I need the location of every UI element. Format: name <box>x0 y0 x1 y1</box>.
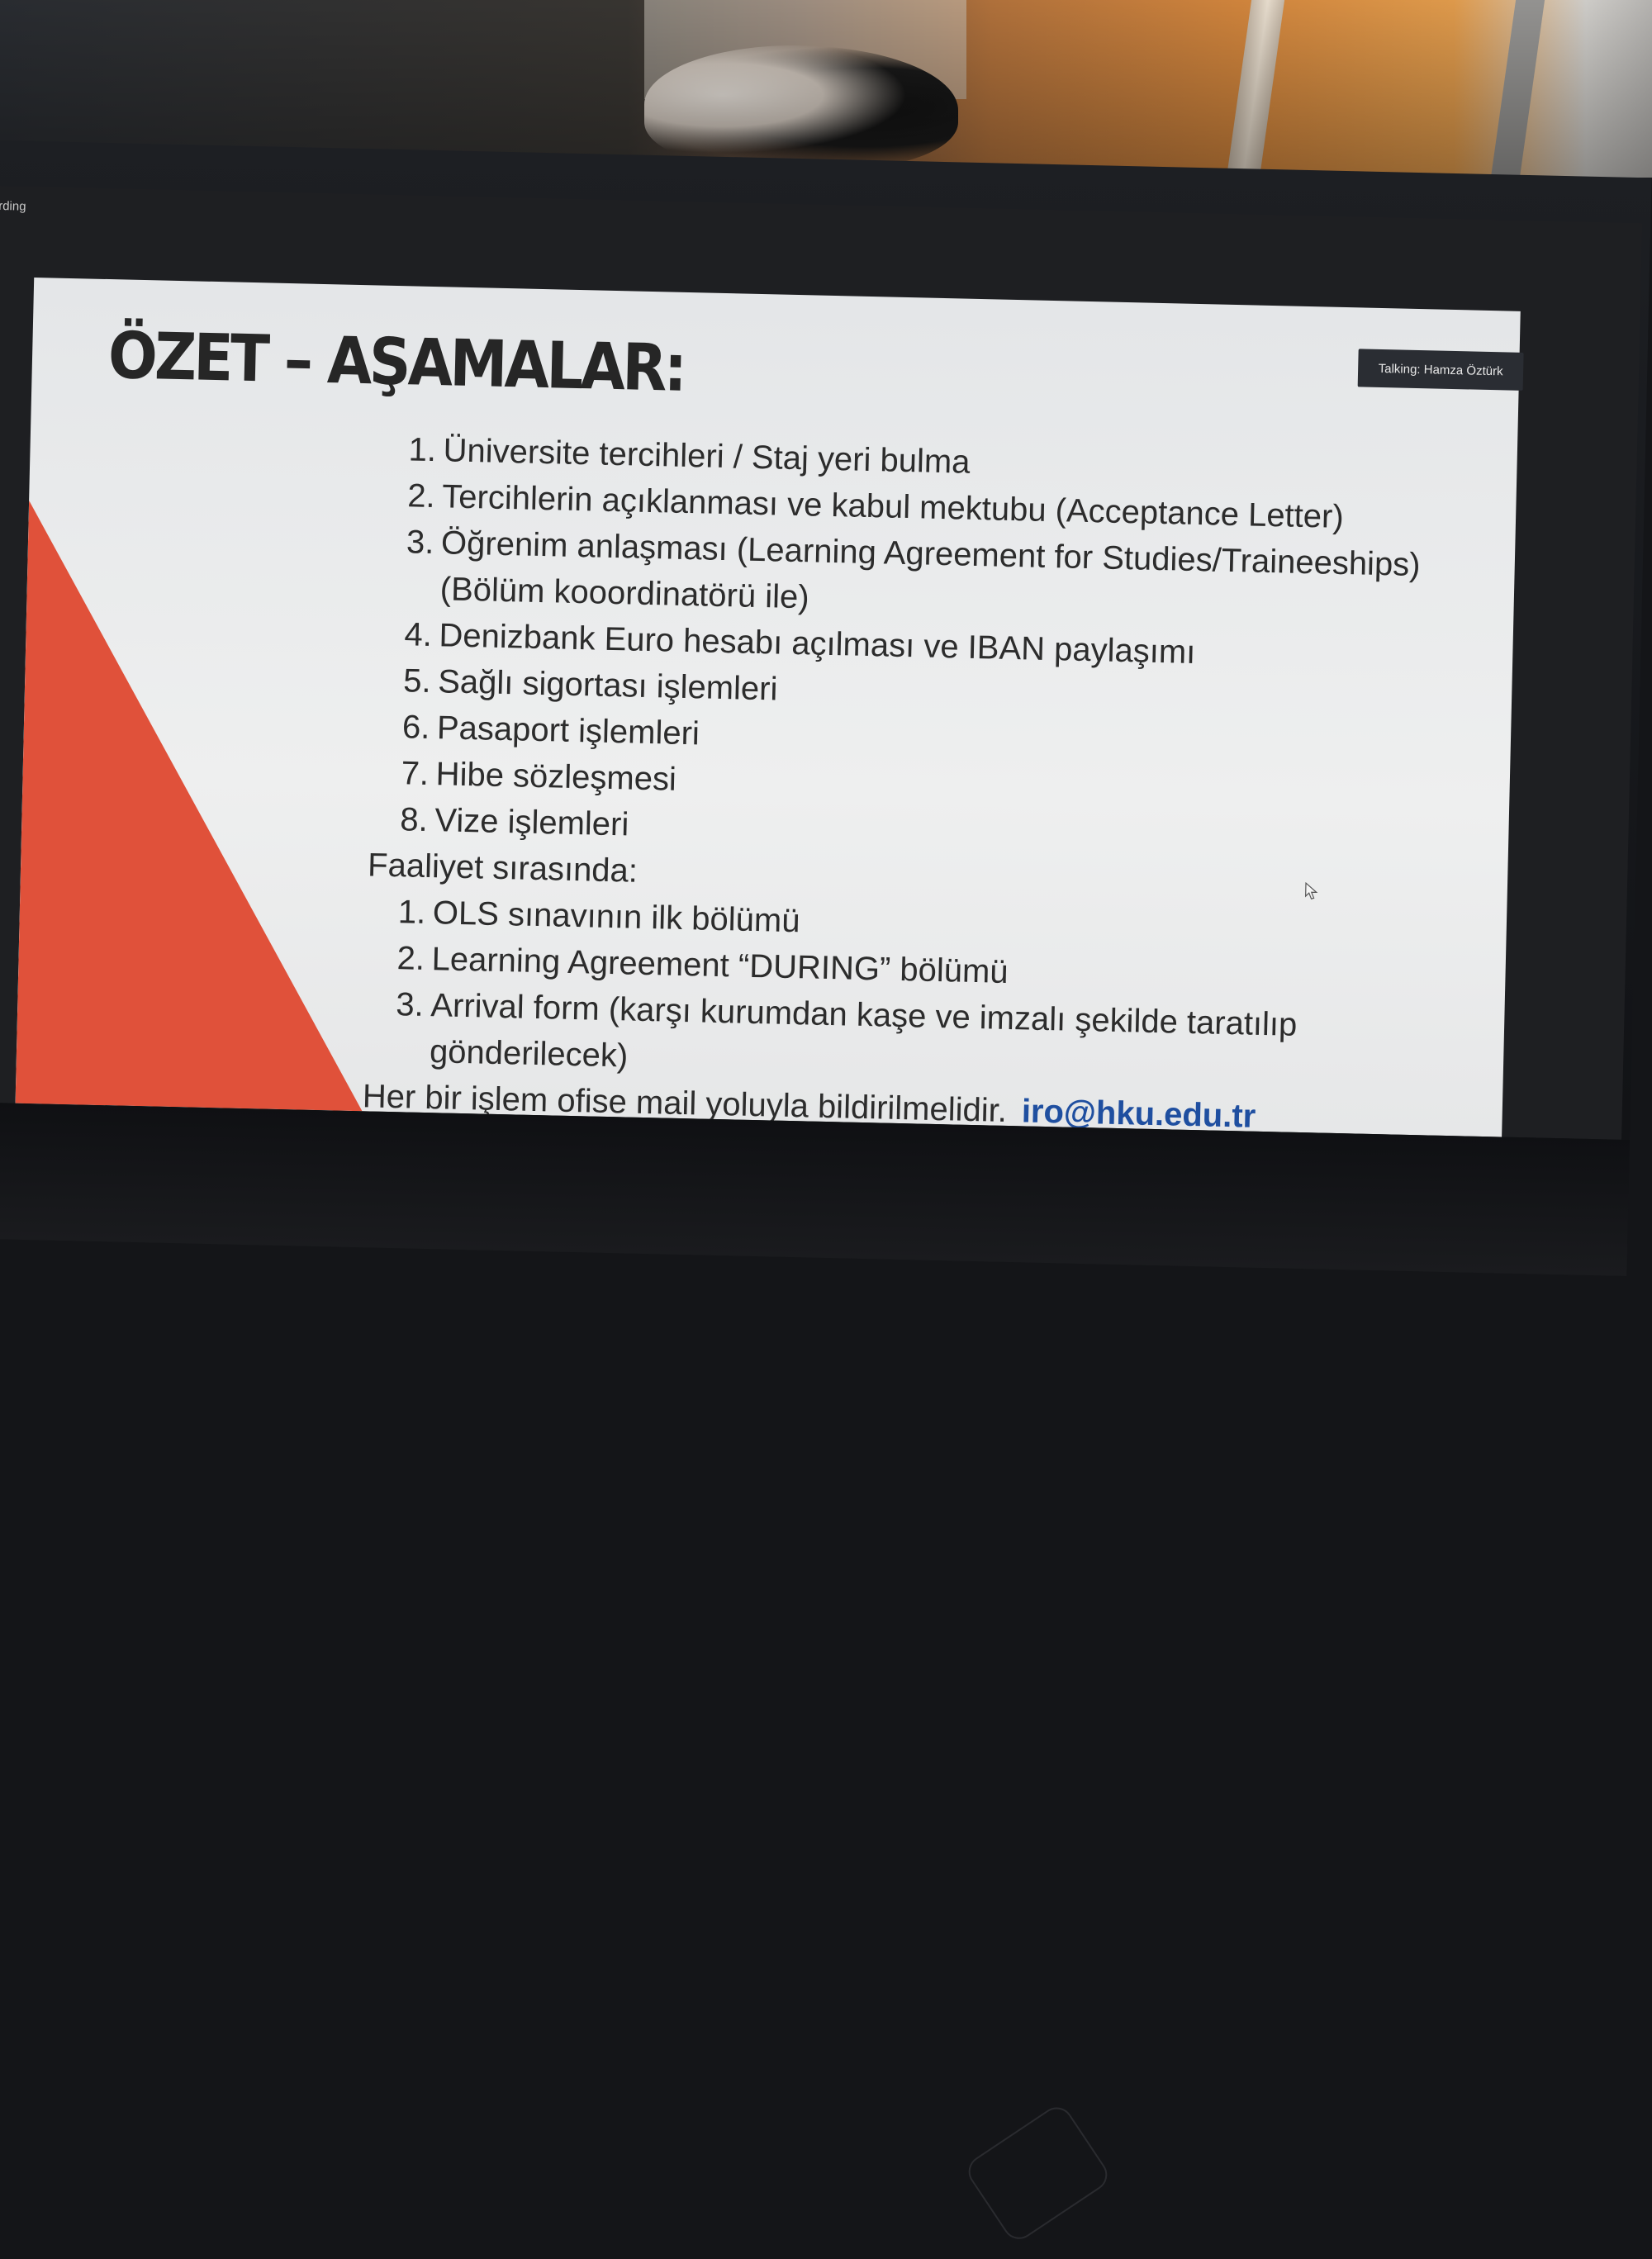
recording-label: rding <box>0 198 26 214</box>
during-list: 1. OLS sınavının ilk bölümü 2. Learning Ag… <box>394 889 1490 1099</box>
item-text: Learning Agreement “DURING” bölümü <box>431 941 1009 990</box>
red-triangle-decoration <box>15 500 363 1112</box>
item-number: 3. <box>406 524 434 562</box>
item-text: Öğrenim anlaşması (Learning Agreement fo… <box>439 524 1422 616</box>
item-number: 1. <box>397 894 426 931</box>
item-text: Vize işlemleri <box>434 802 629 843</box>
item-number: 1. <box>408 431 437 469</box>
item-number: 8. <box>399 801 429 838</box>
item-text: OLS sınavının ilk bölümü <box>432 895 800 940</box>
slide-title: ÖZET – AŞAMALAR: <box>107 319 686 406</box>
keyboard-shadow <box>961 2100 1114 2246</box>
screen: rding ÖZET – AŞAMALAR: 1. Üniversite terc… <box>0 185 1643 1140</box>
mouse-pointer-icon <box>1305 882 1318 899</box>
item-number: 2. <box>406 477 436 515</box>
item-number: 4. <box>404 616 433 654</box>
item-number: 7. <box>401 755 430 792</box>
presentation-slide: ÖZET – AŞAMALAR: 1. Üniversite tercihleri… <box>15 277 1521 1137</box>
item-text: Üniversite tercihleri / Staj yeri bulma <box>443 432 971 481</box>
steps-list: 1. Üniversite tercihleri / Staj yeri bulm… <box>400 426 1501 867</box>
item-text: Pasaport işlemleri <box>436 709 700 752</box>
monitor: rding ÖZET – AŞAMALAR: 1. Üniversite terc… <box>0 140 1652 2246</box>
item-number: 3. <box>395 986 425 1023</box>
talking-indicator: Talking: Hamza Öztürk <box>1357 349 1524 391</box>
item-number: 6. <box>401 709 430 746</box>
item-text: Sağlı sigortası işlemleri <box>437 663 778 708</box>
item-number: 5. <box>402 662 432 700</box>
item-number: 2. <box>396 940 425 977</box>
slide-content: 1. Üniversite tercihleri / Staj yeri bulm… <box>362 425 1501 1137</box>
item-text: Arrival form (karşı kurumdan kaşe ve imz… <box>429 987 1298 1075</box>
item-text: Hibe sözleşmesi <box>435 756 677 798</box>
